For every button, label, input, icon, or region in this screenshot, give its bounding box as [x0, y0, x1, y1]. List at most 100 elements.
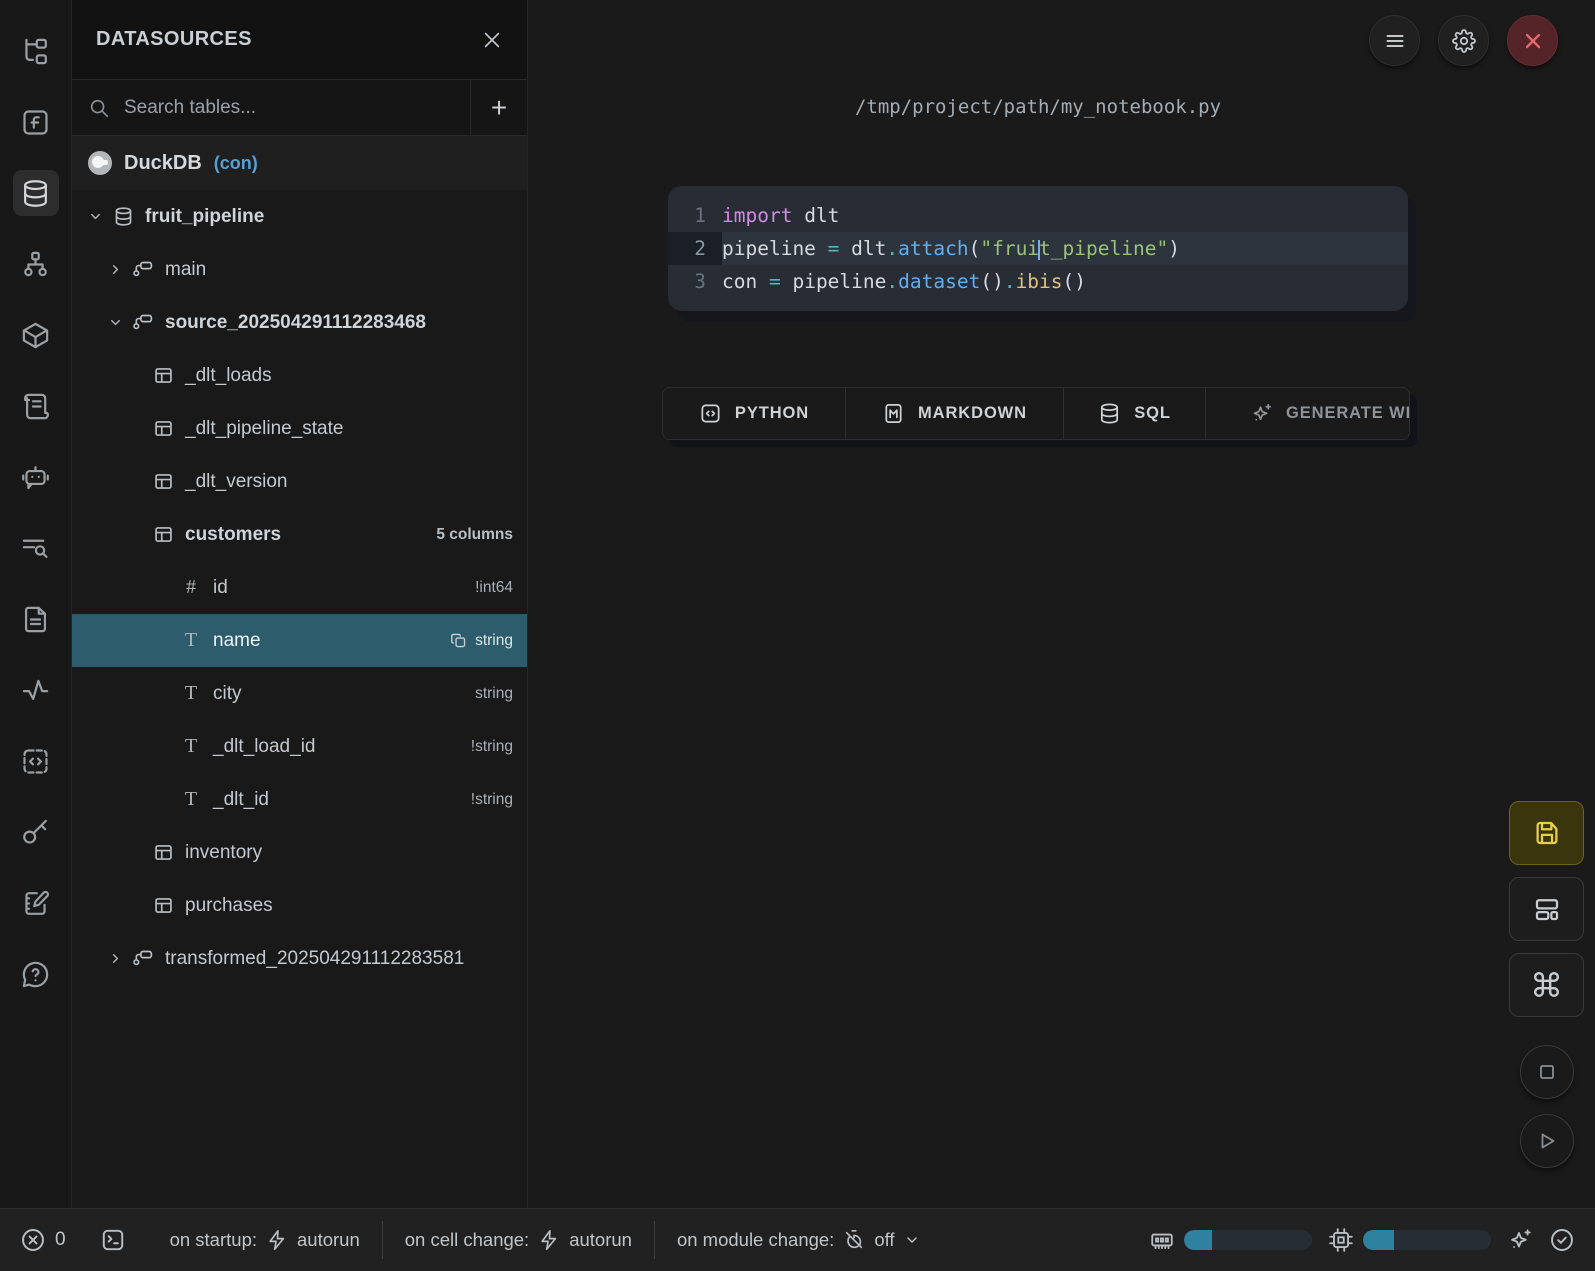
chevron-down-icon[interactable] [88, 209, 112, 224]
documentation-tab[interactable] [13, 596, 59, 642]
tree-row-column-id[interactable]: # id !int64 [72, 561, 527, 614]
search-input[interactable] [124, 97, 454, 119]
package-icon [20, 320, 51, 351]
tracing-tab[interactable] [13, 667, 59, 713]
command-palette-button[interactable]: ⌘ [1509, 953, 1584, 1017]
tree-label: _dlt_version [185, 471, 287, 493]
tree-row-schema-transformed[interactable]: transformed_202504291112283581 [72, 932, 527, 985]
ram-meter [1149, 1227, 1312, 1253]
file-tree-tab[interactable] [13, 28, 59, 74]
code-text[interactable]: pipeline = dlt.attach("fruit_pipeline") [722, 232, 1408, 265]
chat-tab[interactable] [13, 454, 59, 500]
chevron-right-icon[interactable] [108, 262, 132, 277]
connection-row[interactable]: DuckDB (con) [72, 136, 527, 190]
help-tab[interactable] [13, 951, 59, 997]
tree-row-schema-source[interactable]: source_202504291112283468 [72, 296, 527, 349]
panel-title: DATASOURCES [96, 28, 252, 51]
notebook-pen-icon [20, 888, 51, 919]
tree-row-table-dlt-pipeline-state[interactable]: _dlt_pipeline_state [72, 402, 527, 455]
save-button[interactable] [1509, 801, 1584, 865]
on-cell-change-setting[interactable]: on cell change: autorun [405, 1229, 632, 1251]
tree-label: main [165, 259, 206, 281]
tree-row-schema-main[interactable]: main [72, 243, 527, 296]
ai-assist-button[interactable] [1507, 1227, 1533, 1253]
schema-icon [132, 259, 154, 281]
packages-tab[interactable] [13, 312, 59, 358]
add-sql-cell-button[interactable]: SQL [1064, 388, 1206, 439]
tree-row-column-name[interactable]: T name string [72, 614, 527, 667]
tree-label: customers [185, 524, 281, 546]
dependency-graph-icon [20, 249, 51, 280]
add-datasource-button[interactable]: + [470, 80, 527, 135]
add-markdown-cell-button[interactable]: MARKDOWN [846, 388, 1064, 439]
tree-row-table-inventory[interactable]: inventory [72, 826, 527, 879]
markdown-icon [882, 402, 905, 425]
text-type-icon: T [180, 630, 202, 652]
duckdb-logo [88, 151, 112, 175]
menu-button[interactable] [1369, 15, 1420, 66]
notebook-path: /tmp/project/path/my_notebook.py [668, 96, 1408, 118]
activity-icon [20, 675, 51, 706]
logs-tab[interactable] [13, 525, 59, 571]
close-icon [481, 29, 503, 51]
snippets-tab[interactable] [13, 738, 59, 784]
settings-button[interactable] [1438, 15, 1489, 66]
tree-row-column-dlt-load-id[interactable]: T _dlt_load_id !string [72, 720, 527, 773]
on-startup-value: autorun [297, 1229, 360, 1251]
on-startup-setting[interactable]: on startup: autorun [170, 1229, 360, 1251]
scratchpad-tab[interactable] [13, 880, 59, 926]
on-module-change-setting[interactable]: on module change: off [677, 1229, 920, 1251]
table-icon [152, 842, 174, 864]
schema-tree: fruit_pipeline main source_2025042911122… [72, 190, 527, 1208]
play-icon [1535, 1129, 1559, 1153]
function-tab[interactable] [13, 99, 59, 145]
code-text[interactable]: import dlt [722, 199, 1408, 232]
database-icon [1098, 402, 1121, 425]
tree-row-table-dlt-version[interactable]: _dlt_version [72, 455, 527, 508]
tree-row-column-dlt-id[interactable]: T _dlt_id !string [72, 773, 527, 826]
gear-icon [1452, 29, 1476, 53]
tree-row-table-dlt-loads[interactable]: _dlt_loads [72, 349, 527, 402]
sparkles-icon [1250, 402, 1273, 425]
notebook-area: /tmp/project/path/my_notebook.py 1 impor… [528, 0, 1595, 1208]
save-icon [1532, 818, 1562, 848]
column-type-label: !string [471, 738, 513, 756]
tree-row-database[interactable]: fruit_pipeline [72, 190, 527, 243]
add-python-cell-button[interactable]: PYTHON [663, 388, 846, 439]
add-cell-buttons: PYTHON MARKDOWN SQL GENERATE WIT [662, 387, 1410, 440]
kernel-status-indicator[interactable] [1549, 1227, 1575, 1253]
code-line: 3 con = pipeline.dataset().ibis() [668, 265, 1408, 298]
panel-close-button[interactable] [481, 29, 503, 51]
scroll-tab[interactable] [13, 383, 59, 429]
column-type-label: string [450, 632, 513, 650]
generate-with-ai-button[interactable]: GENERATE WIT [1206, 388, 1410, 439]
layout-toggle-button[interactable] [1509, 877, 1584, 941]
secrets-tab[interactable] [13, 809, 59, 855]
datasources-panel: DATASOURCES + DuckDB (con) fruit_pipelin… [72, 0, 528, 1208]
code-cell[interactable]: 1 import dlt 2 pipeline = dlt.attach("fr… [668, 186, 1408, 311]
key-icon [20, 817, 51, 848]
datasources-tab[interactable] [13, 170, 59, 216]
terminal-button[interactable] [100, 1227, 126, 1253]
errors-indicator[interactable]: 0 [20, 1227, 66, 1253]
run-button[interactable] [1520, 1114, 1574, 1168]
help-circle-icon [20, 959, 51, 990]
tree-row-table-purchases[interactable]: purchases [72, 879, 527, 932]
tree-row-column-city[interactable]: T city string [72, 667, 527, 720]
dependency-graph-tab[interactable] [13, 241, 59, 287]
shutdown-button[interactable] [1507, 15, 1558, 66]
cpu-usage-bar [1363, 1230, 1491, 1250]
code-text[interactable]: con = pipeline.dataset().ibis() [722, 265, 1408, 298]
connection-name: DuckDB [124, 152, 202, 175]
chevron-right-icon[interactable] [108, 951, 132, 966]
function-icon [20, 107, 51, 138]
code-square-icon [20, 746, 51, 777]
chevron-down-icon[interactable] [108, 315, 132, 330]
code-icon [699, 402, 722, 425]
table-icon [152, 365, 174, 387]
tree-row-table-customers[interactable]: customers 5 columns [72, 508, 527, 561]
hamburger-menu-icon [1383, 29, 1407, 53]
text-type-icon: T [180, 736, 202, 758]
stop-button[interactable] [1520, 1045, 1574, 1099]
copy-icon[interactable] [450, 632, 467, 649]
